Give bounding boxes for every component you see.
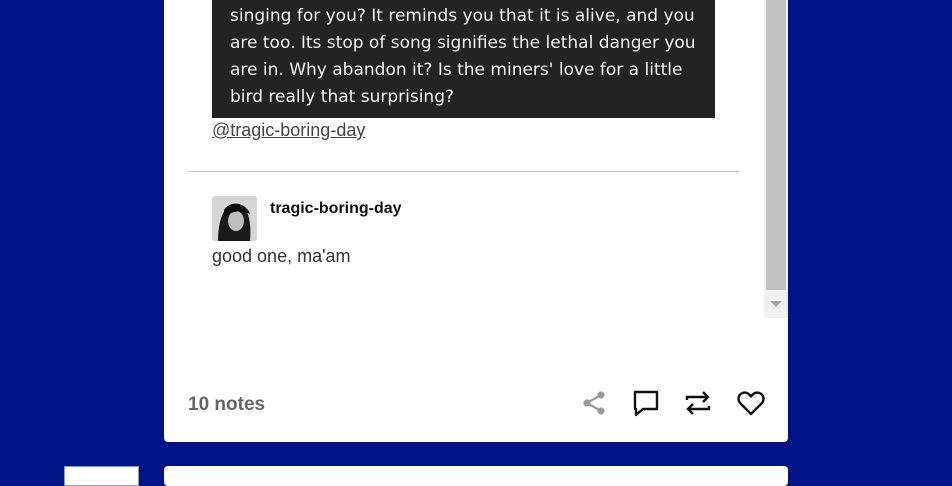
avatar[interactable] (212, 196, 257, 241)
reply-username[interactable]: tragic-boring-day (270, 200, 402, 218)
share-icon[interactable] (579, 388, 609, 418)
like-icon[interactable] (736, 388, 766, 418)
post-content-scroll-area[interactable]: singing for you? It reminds you that it … (164, 0, 788, 318)
reblog-source-link[interactable]: @tragic-boring-day (212, 120, 365, 141)
reply-icon[interactable] (631, 388, 661, 418)
post-card: singing for you? It reminds you that it … (164, 0, 788, 442)
scroll-down-arrow-icon[interactable] (770, 301, 782, 307)
notes-count[interactable]: 10 notes (188, 394, 265, 416)
post-footer: 10 notes (188, 388, 768, 420)
reply-text: good one, ma'am (212, 246, 351, 266)
scrollbar-thumb[interactable] (766, 0, 786, 290)
next-post-avatar[interactable] (64, 466, 139, 486)
reblog-icon[interactable] (683, 388, 713, 418)
divider (188, 171, 739, 172)
next-post-card (164, 466, 788, 486)
scrollbar[interactable] (764, 0, 788, 318)
quote-image-text: singing for you? It reminds you that it … (212, 0, 715, 118)
